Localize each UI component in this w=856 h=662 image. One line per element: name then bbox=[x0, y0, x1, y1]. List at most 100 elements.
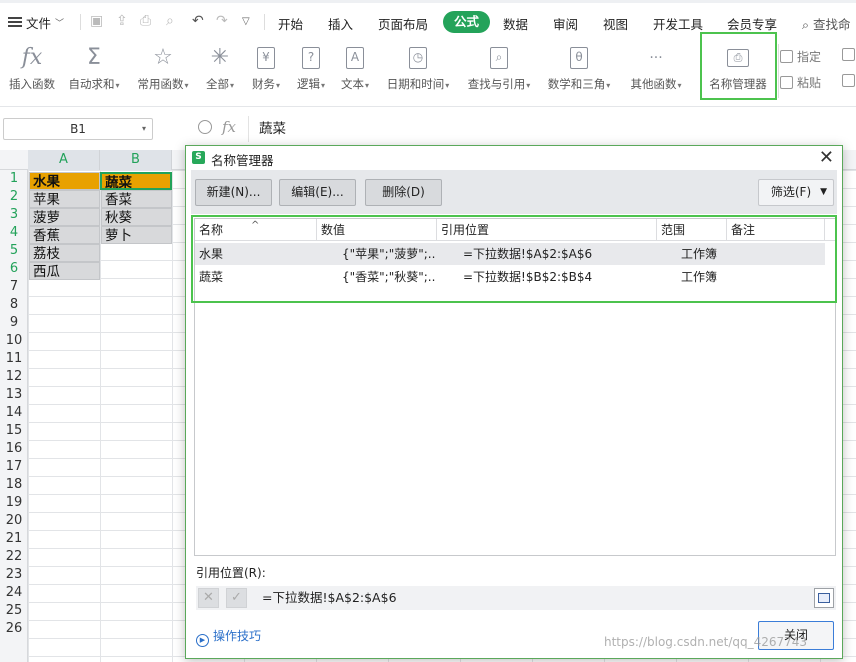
theta-icon: θ bbox=[570, 47, 588, 69]
row-header[interactable]: 18 bbox=[0, 476, 28, 494]
row-header[interactable]: 14 bbox=[0, 404, 28, 422]
delete-name-button[interactable]: 删除(D) bbox=[365, 179, 442, 206]
row-header[interactable]: 12 bbox=[0, 368, 28, 386]
row-header[interactable]: 9 bbox=[0, 314, 28, 332]
close-button[interactable]: 关闭 bbox=[758, 621, 834, 650]
refers-to-row: ✕ ✓ =下拉数据!$A$2:$A$6 bbox=[196, 586, 836, 610]
tab-developer[interactable]: 开发工具 bbox=[653, 14, 703, 33]
save-icon[interactable]: ▣ bbox=[90, 13, 103, 29]
formula-bar: B1 ▾ fx 蔬菜 bbox=[0, 112, 856, 146]
row-header[interactable]: 11 bbox=[0, 350, 28, 368]
confirm-edit-icon[interactable]: ✓ bbox=[226, 588, 247, 608]
new-name-button[interactable]: 新建(N)... bbox=[195, 179, 272, 206]
tab-review[interactable]: 审阅 bbox=[553, 14, 578, 33]
row-header[interactable]: 25 bbox=[0, 602, 28, 620]
tips-label: 操作技巧 bbox=[213, 629, 262, 643]
row-header[interactable]: 8 bbox=[0, 296, 28, 314]
paste-name-label: 粘贴 bbox=[797, 76, 822, 90]
autosum-button[interactable]: Σ 自动求和▾ bbox=[58, 44, 130, 92]
print-icon[interactable]: ⎙ bbox=[140, 13, 151, 29]
overflow-icon[interactable] bbox=[842, 48, 856, 62]
cell-b3[interactable]: 秋葵 bbox=[101, 208, 172, 226]
chevron-down-icon: ▾ bbox=[141, 124, 146, 133]
tab-insert[interactable]: 插入 bbox=[328, 14, 353, 33]
row-header[interactable]: 21 bbox=[0, 530, 28, 548]
row-header[interactable]: 3 bbox=[0, 206, 28, 224]
toolbar-divider bbox=[80, 14, 81, 30]
paste-name-icon bbox=[780, 76, 793, 89]
row-header[interactable]: 22 bbox=[0, 548, 28, 566]
paste-name-button[interactable]: 粘贴 bbox=[780, 74, 821, 91]
cell-a3[interactable]: 菠萝 bbox=[29, 208, 100, 226]
overflow-icon[interactable] bbox=[842, 74, 856, 88]
row-header[interactable]: 7 bbox=[0, 278, 28, 296]
cell-b4[interactable]: 萝卜 bbox=[101, 226, 172, 244]
undo-icon[interactable]: ↶ bbox=[192, 13, 204, 29]
print-preview-icon[interactable]: ⌕ bbox=[166, 13, 174, 29]
tab-home[interactable]: 开始 bbox=[278, 14, 303, 33]
row-header[interactable]: 15 bbox=[0, 422, 28, 440]
tab-membership[interactable]: 会员专享 bbox=[727, 14, 777, 33]
row-header[interactable]: 13 bbox=[0, 386, 28, 404]
cell-a6[interactable]: 西瓜 bbox=[29, 262, 100, 280]
caret-down-icon: ▾ bbox=[606, 81, 611, 90]
refers-to-input[interactable]: =下拉数据!$A$2:$A$6 bbox=[258, 588, 814, 608]
math-trig-button[interactable]: θ 数学和三角▾ bbox=[543, 44, 615, 92]
cancel-edit-icon[interactable]: ✕ bbox=[198, 588, 219, 608]
caret-down-icon: ▾ bbox=[445, 81, 450, 90]
tab-formulas[interactable]: 公式 bbox=[443, 11, 491, 33]
column-header-b[interactable]: B bbox=[100, 150, 172, 170]
row-header[interactable]: 26 bbox=[0, 620, 28, 638]
row-header[interactable]: 4 bbox=[0, 224, 28, 242]
other-functions-button[interactable]: ··· 其他函数▾ bbox=[620, 44, 692, 92]
quick-access-dropdown-icon[interactable]: ▽ bbox=[242, 16, 250, 27]
row-header[interactable]: 5 bbox=[0, 242, 28, 260]
row-header[interactable]: 6 bbox=[0, 260, 28, 278]
names-list-highlight-box bbox=[191, 215, 837, 303]
row-header[interactable]: 2 bbox=[0, 188, 28, 206]
fx-icon[interactable]: fx bbox=[222, 118, 236, 136]
wps-spreadsheet-window: 文件 ﹀ ▣ ⇪ ⎙ ⌕ ↶ ↷ ▽ 开始 插入 页面布局 公式 数据 审阅 视… bbox=[0, 0, 856, 662]
row-header[interactable]: 20 bbox=[0, 512, 28, 530]
range-picker-icon[interactable] bbox=[814, 588, 834, 608]
cell-a1[interactable]: 水果 bbox=[29, 172, 100, 190]
redo-icon[interactable]: ↷ bbox=[216, 13, 228, 29]
name-box-value: B1 bbox=[70, 122, 86, 136]
close-icon[interactable]: ✕ bbox=[819, 147, 834, 168]
lookup-reference-label: 查找与引用 bbox=[467, 77, 526, 91]
date-time-label: 日期和时间 bbox=[386, 77, 445, 91]
export-icon[interactable]: ⇪ bbox=[116, 13, 128, 29]
tab-page-layout[interactable]: 页面布局 bbox=[378, 14, 428, 33]
date-time-button[interactable]: ◷ 日期和时间▾ bbox=[382, 44, 454, 92]
row-header[interactable]: 10 bbox=[0, 332, 28, 350]
tab-data[interactable]: 数据 bbox=[503, 14, 528, 33]
row-header-bar: 1 2 3 4 5 6 7 8 9 10 11 12 13 14 15 16 17 18 19 20 21 22 23 24 2… bbox=[0, 170, 28, 662]
filter-button[interactable]: 筛选(F) ▼ bbox=[758, 179, 834, 206]
row-header[interactable]: 17 bbox=[0, 458, 28, 476]
lookup-reference-button[interactable]: ⌕ 查找与引用▾ bbox=[463, 44, 535, 92]
row-header[interactable]: 19 bbox=[0, 494, 28, 512]
define-name-button[interactable]: 指定 bbox=[780, 48, 821, 65]
cell-a2[interactable]: 苹果 bbox=[29, 190, 100, 208]
cell-b2[interactable]: 香菜 bbox=[101, 190, 172, 208]
search-command[interactable]: ⌕ 查找命 bbox=[802, 14, 851, 33]
zoom-icon[interactable] bbox=[198, 120, 212, 134]
row-header[interactable]: 23 bbox=[0, 566, 28, 584]
edit-name-button[interactable]: 编辑(E)... bbox=[279, 179, 356, 206]
text-functions-button[interactable]: A 文本▾ bbox=[319, 44, 391, 92]
caret-down-icon: ▾ bbox=[677, 81, 682, 90]
row-header[interactable]: 1 bbox=[0, 170, 28, 188]
tips-link[interactable]: ▶ 操作技巧 bbox=[196, 627, 261, 647]
tab-view[interactable]: 视图 bbox=[603, 14, 628, 33]
row-header[interactable]: 16 bbox=[0, 440, 28, 458]
cell-a5[interactable]: 荔枝 bbox=[29, 244, 100, 262]
cell-a4[interactable]: 香蕉 bbox=[29, 226, 100, 244]
file-menu[interactable]: 文件 ﹀ bbox=[8, 12, 64, 32]
dialog-title-bar[interactable]: S 名称管理器 ✕ bbox=[186, 146, 842, 170]
ribbon-divider bbox=[778, 44, 779, 98]
column-header-a[interactable]: A bbox=[28, 150, 100, 170]
cell-b1[interactable]: 蔬菜 bbox=[100, 172, 172, 190]
formula-input[interactable]: 蔬菜 bbox=[248, 116, 856, 142]
row-header[interactable]: 24 bbox=[0, 584, 28, 602]
name-box[interactable]: B1 ▾ bbox=[3, 118, 153, 140]
